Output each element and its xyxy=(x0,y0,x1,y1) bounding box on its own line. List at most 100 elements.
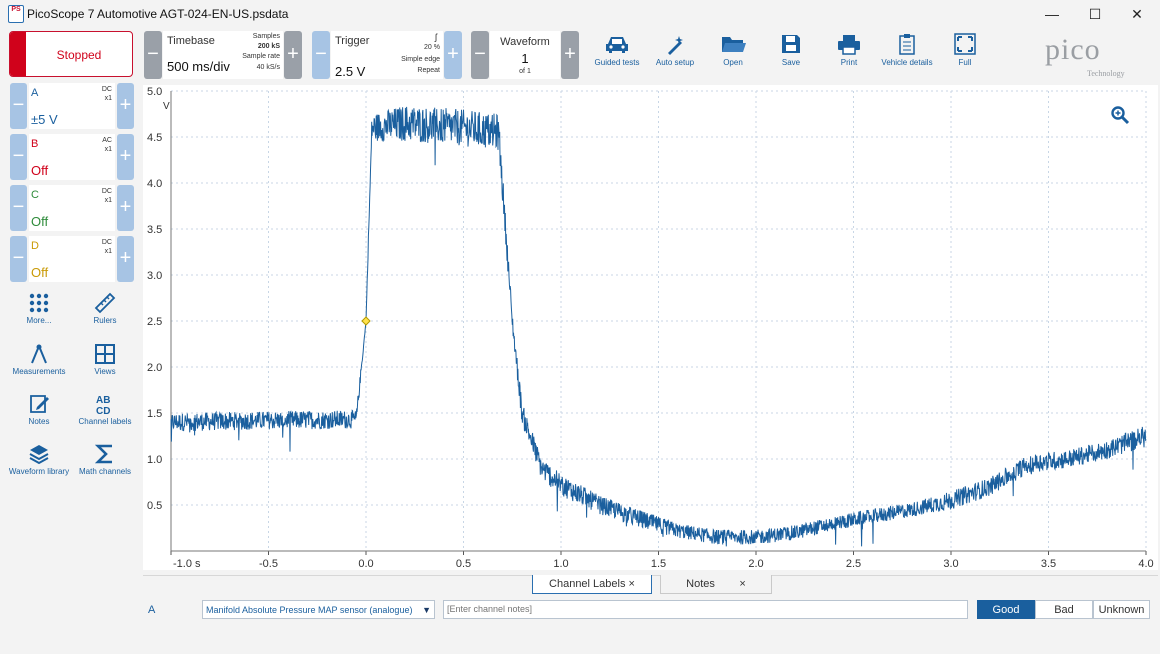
views-button[interactable]: Views xyxy=(73,343,137,389)
timebase-value: 500 ms/div xyxy=(167,59,230,74)
auto-setup-button[interactable]: Auto setup xyxy=(646,33,704,77)
unknown-button[interactable]: Unknown xyxy=(1093,600,1150,619)
x-tick-label: 0.0 xyxy=(358,558,373,570)
channel-b-range: Off xyxy=(31,163,49,178)
measurements-button[interactable]: Measurements xyxy=(7,343,71,389)
x-tick-label: -0.5 xyxy=(259,558,278,570)
close-button[interactable]: ✕ xyxy=(1122,4,1152,24)
channel-c-panel[interactable]: C DC x1 Off xyxy=(29,185,115,231)
channel-d-panel[interactable]: D DC x1 Off xyxy=(29,236,115,282)
channel-labels-button[interactable]: AB CD Channel labels xyxy=(73,393,137,439)
rulers-button[interactable]: Rulers xyxy=(73,292,137,338)
open-label: Open xyxy=(723,58,743,67)
run-stop-button[interactable]: Stopped xyxy=(9,31,133,77)
guided-tests-button[interactable]: Guided tests xyxy=(588,33,646,77)
y-tick-label: 5.0 xyxy=(147,86,162,98)
rulers-label: Rulers xyxy=(93,316,117,325)
pico-logo-subtitle: Technology xyxy=(1087,69,1125,78)
waveform-previous-button[interactable]: − xyxy=(471,31,489,79)
save-icon xyxy=(782,35,800,53)
title-bar: PS PicoScope 7 Automotive AGT-024-EN-US.… xyxy=(0,0,1160,28)
close-icon[interactable]: × xyxy=(629,578,635,590)
channel-a-panel[interactable]: A DC x1 ±5 V xyxy=(29,83,115,129)
svg-text:CD: CD xyxy=(96,406,110,415)
full-screen-button[interactable]: Full xyxy=(936,33,994,77)
channel-a-increase-button[interactable]: + xyxy=(117,83,134,129)
waveform-library-label: Waveform library xyxy=(8,467,70,476)
trigger-level-value: 2.5 V xyxy=(335,64,366,79)
measurements-label: Measurements xyxy=(12,367,66,376)
trigger-panel[interactable]: Trigger 2.5 V ʃ 20 % Simple edge Repeat xyxy=(331,31,443,79)
channel-c-control: − C DC x1 Off + xyxy=(10,185,134,231)
y-unit-label: V xyxy=(163,101,170,112)
grid-dots-icon xyxy=(29,293,49,313)
channel-d-coupling: DC x1 xyxy=(101,239,112,255)
channel-b-control: − B AC x1 Off + xyxy=(10,134,134,180)
trigger-mode: Repeat xyxy=(417,67,440,74)
trigger-percent: 20 % xyxy=(424,44,440,51)
channel-b-decrease-button[interactable]: − xyxy=(10,134,27,180)
channel-d-control: − D DC x1 Off + xyxy=(10,236,134,282)
sample-rate-value: 40 kS/s xyxy=(256,64,280,71)
minimize-button[interactable]: — xyxy=(1037,4,1067,24)
save-label: Save xyxy=(781,58,801,67)
y-tick-label: 4.0 xyxy=(147,178,162,190)
printer-icon xyxy=(838,35,860,55)
x-tick-label: 3.0 xyxy=(943,558,958,570)
stack-icon xyxy=(29,445,49,465)
y-tick-label: 3.0 xyxy=(147,270,162,282)
channel-b-panel[interactable]: B AC x1 Off xyxy=(29,134,115,180)
waveform-panel[interactable]: Waveform 1 of 1 xyxy=(490,31,560,79)
good-button[interactable]: Good xyxy=(977,600,1035,619)
channel-d-decrease-button[interactable]: − xyxy=(10,236,27,282)
channel-c-decrease-button[interactable]: − xyxy=(10,185,27,231)
notes-button[interactable]: Notes xyxy=(7,393,71,439)
channel-b-name: B xyxy=(31,138,39,150)
trigger-edge-icon: ʃ xyxy=(435,32,437,42)
timebase-panel[interactable]: Timebase 500 ms/div Samples 200 kS Sampl… xyxy=(163,31,283,79)
run-status-label: Stopped xyxy=(56,48,102,62)
folder-icon xyxy=(722,37,746,52)
channel-a-decrease-button[interactable]: − xyxy=(10,83,27,129)
y-tick-label: 0.5 xyxy=(147,500,162,512)
chevron-down-icon: ▼ xyxy=(422,605,431,615)
bad-button[interactable]: Bad xyxy=(1035,600,1093,619)
samples-value: 200 kS xyxy=(257,43,280,50)
tab-notes[interactable]: Notes × xyxy=(660,575,772,594)
print-button[interactable]: Print xyxy=(820,33,878,77)
waveform-library-button[interactable]: Waveform library xyxy=(7,443,71,489)
tab-channel-labels[interactable]: Channel Labels × xyxy=(532,575,652,594)
y-tick-label: 1.5 xyxy=(147,408,162,420)
channel-a-range: ±5 V xyxy=(31,112,58,127)
channel-b-increase-button[interactable]: + xyxy=(117,134,134,180)
open-button[interactable]: Open xyxy=(704,33,762,77)
waveform-next-button[interactable]: + xyxy=(561,31,579,79)
save-button[interactable]: Save xyxy=(762,33,820,77)
trigger-decrease-button[interactable]: − xyxy=(312,31,330,79)
close-icon[interactable]: × xyxy=(739,578,745,590)
channel-notes-input[interactable] xyxy=(443,600,968,619)
notes-icon xyxy=(30,395,49,413)
trigger-marker xyxy=(361,316,371,326)
x-tick-label: 2.5 xyxy=(846,558,861,570)
timebase-increase-button[interactable]: + xyxy=(284,31,302,79)
math-channels-button[interactable]: Math channels xyxy=(73,443,137,489)
more-button[interactable]: More... xyxy=(7,292,71,338)
channel-a-coupling: DC x1 xyxy=(101,86,112,102)
pico-logo: pico Technology xyxy=(1045,33,1149,78)
scope-view[interactable]: -1.0 s -0.5 0.0 0.5 1.0 1.5 2.0 2.5 3.0 3.5 4.0 5.0… xyxy=(143,85,1158,570)
channel-labels-label: Channel labels xyxy=(78,417,132,426)
timebase-decrease-button[interactable]: − xyxy=(144,31,162,79)
wand-icon xyxy=(668,36,683,55)
abcd-icon: ABCD xyxy=(96,395,110,415)
channel-d-increase-button[interactable]: + xyxy=(117,236,134,282)
vehicle-details-label: Vehicle details xyxy=(881,58,933,67)
vehicle-details-button[interactable]: Vehicle details xyxy=(878,33,936,77)
fullscreen-icon xyxy=(954,33,976,55)
channel-c-increase-button[interactable]: + xyxy=(117,185,134,231)
channel-label-select[interactable]: Manifold Absolute Pressure MAP sensor (a… xyxy=(202,600,435,619)
maximize-button[interactable]: ☐ xyxy=(1080,4,1110,24)
zoom-icon[interactable] xyxy=(1110,105,1130,125)
trigger-increase-button[interactable]: + xyxy=(444,31,462,79)
auto-setup-label: Auto setup xyxy=(655,58,695,67)
